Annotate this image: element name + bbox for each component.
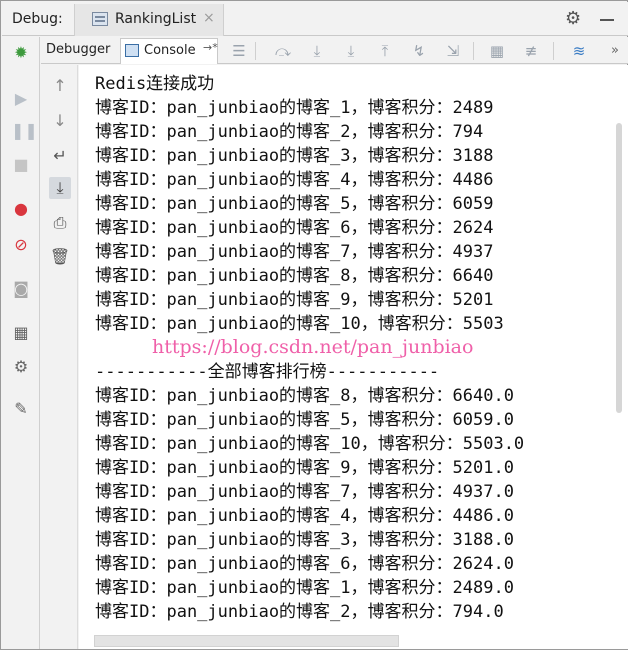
console-line: 博客ID：pan_junbiao的博客_9，博客积分：5201	[95, 290, 494, 310]
tab-debugger[interactable]: Debugger	[42, 39, 118, 63]
toolbar-divider	[255, 42, 256, 60]
console-line: Redis连接成功	[95, 74, 215, 94]
debug-label: Debug:	[12, 11, 63, 27]
debug-tabs-toolbar: Debugger Console →* ☰ ⤼ ⤓ ⤓ ⤒ ↯ ⇲ ▦ ≢ ≋ …	[41, 37, 628, 64]
close-icon[interactable]: ×	[203, 10, 215, 26]
resume-icon[interactable]: ▶	[11, 89, 31, 109]
console-line: 博客ID：pan_junbiao的博客_9，博客积分：5201.0	[95, 458, 514, 478]
camera-icon[interactable]: ◙	[11, 279, 31, 299]
console-line: 博客ID：pan_junbiao的博客_1，博客积分：2489.0	[95, 578, 514, 598]
step-out-icon[interactable]: ⤒	[375, 41, 395, 61]
show-execution-point-icon[interactable]: ⤼	[273, 41, 293, 61]
console-line: 博客ID：pan_junbiao的博客_2，博客积分：794.0	[95, 602, 504, 622]
trace-icon[interactable]: ≢	[521, 41, 541, 61]
console-line: -----------全部博客排行榜-----------	[95, 362, 440, 382]
tab-console[interactable]: Console →*	[120, 38, 218, 64]
console-line: 博客ID：pan_junbiao的博客_5，博客积分：6059.0	[95, 410, 514, 430]
trash-icon[interactable]: 🗑	[49, 246, 71, 268]
console-line: 博客ID：pan_junbiao的博客_8，博客积分：6640.0	[95, 386, 514, 406]
console-line: 博客ID：pan_junbiao的博客_7，博客积分：4937	[95, 242, 494, 262]
scroll-to-end-icon[interactable]: ⤓	[49, 177, 71, 199]
step-over-icon[interactable]: ⤓	[307, 41, 327, 61]
soft-wrap-icon[interactable]: ↵	[49, 145, 71, 167]
step-into-icon[interactable]: ⤓	[341, 41, 361, 61]
layout-icon[interactable]: ▦	[11, 323, 31, 343]
horizontal-scrollbar[interactable]	[94, 635, 399, 647]
print-icon[interactable]: ⎙	[49, 212, 71, 234]
console-icon	[125, 44, 139, 57]
run-to-cursor-icon[interactable]: ⇲	[443, 41, 463, 61]
watermark: https://blog.csdn.net/pan_junbiao	[152, 336, 474, 358]
memory-view-icon[interactable]: ≋	[569, 41, 589, 61]
debug-side-toolbar: ✹ ▶ ❚❚ ■ ● ⊘ ◙ ▦ ⚙ ✎	[2, 37, 40, 649]
console-line: 博客ID：pan_junbiao的博客_1，博客积分：2489	[95, 98, 494, 118]
console-line: 博客ID：pan_junbiao的博客_4，博客积分：4486	[95, 170, 494, 190]
vertical-scrollbar[interactable]	[616, 123, 622, 413]
console-line: 博客ID：pan_junbiao的博客_4，博客积分：4486.0	[95, 506, 514, 526]
stop-icon[interactable]: ■	[11, 155, 31, 175]
threads-menu-icon[interactable]: ☰	[229, 41, 249, 61]
console-line: 博客ID：pan_junbiao的博客_6，博客积分：2624.0	[95, 554, 514, 574]
debug-tool-window: Debug: RankingList × ⚙ ✹ ▶ ❚❚ ■ ● ⊘ ◙ ▦ …	[0, 0, 628, 650]
gear-icon[interactable]: ⚙	[565, 8, 581, 29]
toolbar-divider	[473, 42, 474, 60]
run-config-icon	[92, 12, 108, 26]
settings-icon[interactable]: ⚙	[11, 357, 31, 377]
console-line: 博客ID：pan_junbiao的博客_10，博客积分：5503	[95, 314, 504, 334]
console-line: 博客ID：pan_junbiao的博客_6，博客积分：2624	[95, 218, 494, 238]
pin-icon[interactable]: ✎	[11, 399, 31, 419]
console-line: 博客ID：pan_junbiao的博客_8，博客积分：6640	[95, 266, 494, 286]
run-tab-rankinglist[interactable]: RankingList ×	[74, 4, 224, 36]
console-line: 博客ID：pan_junbiao的博客_10，博客积分：5503.0	[95, 434, 525, 454]
evaluate-expression-icon[interactable]: ▦	[487, 41, 507, 61]
arrow-up-icon[interactable]: ↑	[49, 75, 71, 97]
drop-frame-icon[interactable]: ↯	[409, 41, 429, 61]
run-tab-title: RankingList	[115, 11, 197, 27]
arrow-down-icon[interactable]: ↓	[49, 110, 71, 132]
console-output[interactable]: Redis连接成功 博客ID：pan_junbiao的博客_1，博客积分：248…	[79, 65, 628, 649]
debug-bug-icon[interactable]: ✹	[11, 43, 31, 63]
console-side-toolbar: ↑ ↓ ↵ ⤓ ⎙ 🗑	[41, 65, 78, 649]
more-icon[interactable]: »	[605, 41, 625, 61]
restore-layout-icon[interactable]: →*	[203, 41, 218, 54]
minimize-icon[interactable]	[600, 19, 614, 21]
tab-console-label: Console	[144, 43, 196, 58]
console-line: 博客ID：pan_junbiao的博客_5，博客积分：6059	[95, 194, 494, 214]
mute-breakpoints-icon[interactable]: ⊘	[11, 235, 31, 255]
console-line: 博客ID：pan_junbiao的博客_3，博客积分：3188.0	[95, 530, 514, 550]
console-line: 博客ID：pan_junbiao的博客_3，博客积分：3188	[95, 146, 494, 166]
console-line: 博客ID：pan_junbiao的博客_2，博客积分：794	[95, 122, 484, 142]
view-breakpoints-icon[interactable]: ●	[11, 199, 31, 219]
console-line: 博客ID：pan_junbiao的博客_7，博客积分：4937.0	[95, 482, 514, 502]
pause-icon[interactable]: ❚❚	[11, 121, 38, 141]
toolbar-divider	[553, 42, 554, 60]
debug-header: Debug: RankingList × ⚙	[2, 2, 628, 36]
